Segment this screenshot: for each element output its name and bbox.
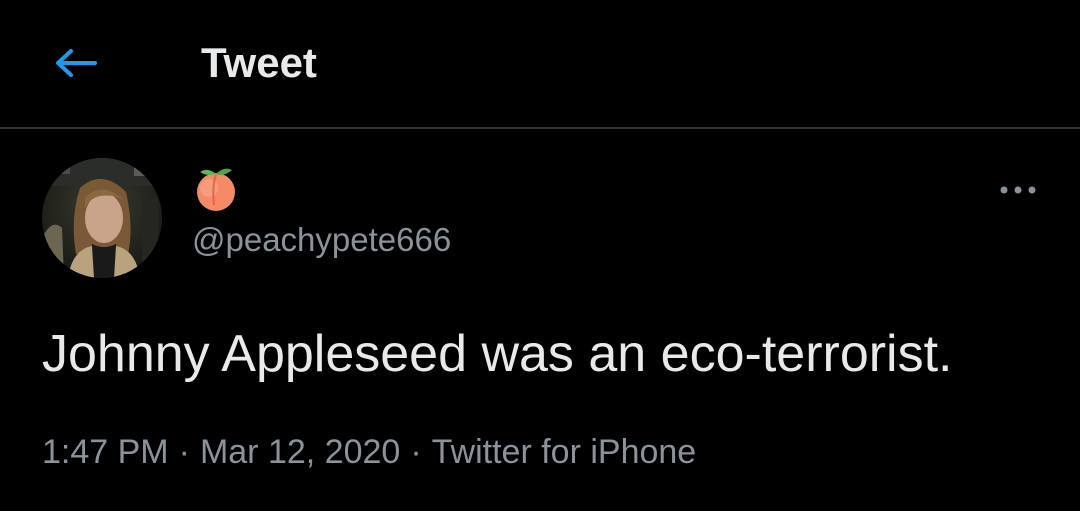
tweet-time: 1:47 PM bbox=[42, 433, 169, 471]
author-handle[interactable]: @peachypete666 bbox=[192, 219, 451, 261]
page-title: Tweet bbox=[201, 39, 317, 86]
tweet-text: Johnny Appleseed was an eco-terrorist. bbox=[42, 325, 953, 383]
back-button[interactable] bbox=[44, 38, 106, 88]
separator: · bbox=[410, 433, 422, 471]
profile-photo bbox=[42, 158, 162, 278]
tweet-metadata: 1:47 PM · Mar 12, 2020 · Twitter for iPhone bbox=[42, 430, 696, 474]
avatar[interactable] bbox=[42, 158, 162, 278]
back-arrow-icon bbox=[56, 49, 97, 77]
tweet-date: Mar 12, 2020 bbox=[199, 433, 401, 471]
more-options-button[interactable] bbox=[996, 176, 1040, 204]
peach-emoji-icon bbox=[197, 168, 235, 211]
app-header: Tweet bbox=[0, 0, 1080, 129]
separator: · bbox=[178, 433, 190, 471]
tweet-source-link[interactable]: Twitter for iPhone bbox=[432, 433, 697, 471]
author-name[interactable] bbox=[192, 165, 240, 213]
more-options-icon bbox=[1000, 186, 1036, 194]
